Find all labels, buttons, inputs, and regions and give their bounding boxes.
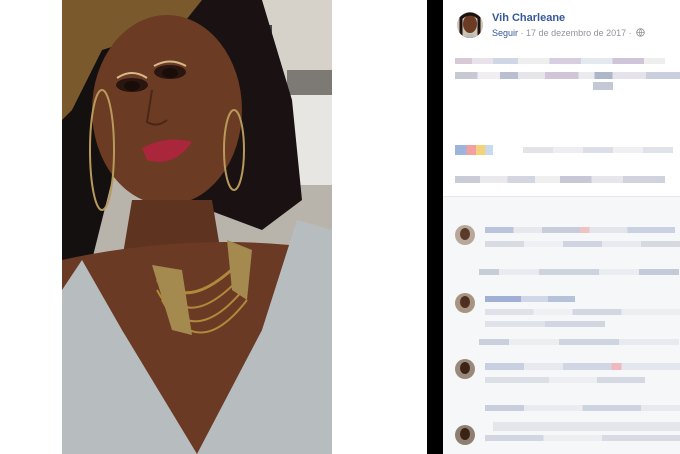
commenter-avatar[interactable]	[455, 225, 475, 245]
selfie-image	[62, 0, 332, 454]
meta-separator-2: ·	[628, 28, 632, 38]
comments-section	[443, 196, 680, 454]
author-name[interactable]: Vih Charleane	[492, 12, 565, 24]
commenter-avatar[interactable]	[455, 293, 475, 313]
commenter-avatar[interactable]	[455, 425, 475, 445]
post-timestamp[interactable]: 17 de dezembro de 2017	[526, 28, 626, 38]
globe-icon	[636, 28, 645, 39]
commenter-avatar[interactable]	[455, 359, 475, 379]
post-header: Vih Charleane Seguir · 17 de dezembro de…	[457, 10, 680, 44]
post-meta: Seguir · 17 de dezembro de 2017 ·	[492, 28, 645, 39]
author-avatar[interactable]	[457, 12, 483, 38]
comment-text-censored	[485, 227, 675, 233]
meta-separator: ·	[520, 28, 524, 38]
follow-link[interactable]: Seguir	[492, 28, 518, 38]
post-side-panel: Vih Charleane Seguir · 17 de dezembro de…	[443, 0, 680, 454]
lightbox-divider	[427, 0, 443, 454]
post-photo[interactable]	[62, 0, 332, 454]
